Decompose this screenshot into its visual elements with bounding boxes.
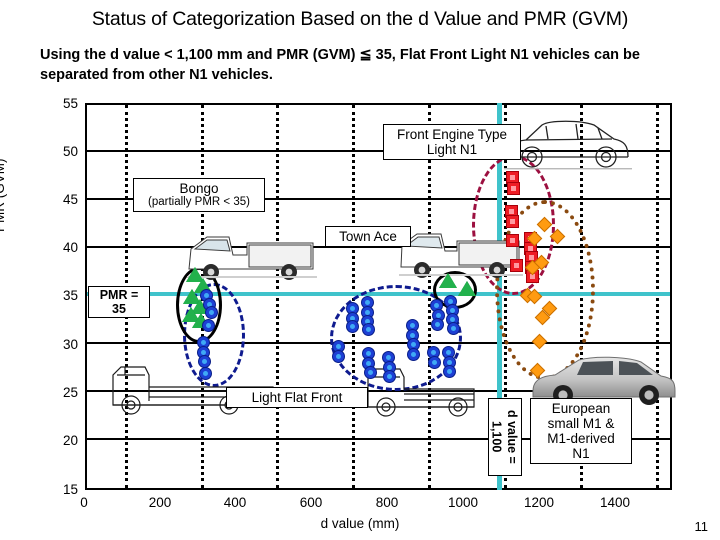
subtitle-text: Using the d value < 1,100 mm and PMR (GV…: [40, 47, 640, 83]
y-tick-50: 50: [62, 144, 78, 159]
y-axis-label: PMR (GVM): [0, 158, 7, 233]
town-ace-callout[interactable]: Town Ace: [325, 226, 411, 248]
data-point-blue-circle: [346, 320, 359, 333]
pmr-35-callout[interactable]: PMR = 35: [88, 286, 150, 318]
page-title: Status of Categorization Based on the d …: [91, 8, 629, 30]
bongo-label: Bongo: [179, 181, 219, 196]
pmr-35-label: PMR = 35: [99, 288, 139, 316]
european-line1: European: [551, 401, 611, 416]
data-point-blue-circle: [205, 306, 218, 319]
y-tick-30: 30: [62, 337, 78, 352]
data-point-green-triangle: [458, 281, 476, 296]
data-point-blue-circle: [364, 366, 377, 379]
european-small-callout[interactable]: European small M1 & M1-derived N1: [530, 398, 632, 465]
data-point-red-square: [506, 234, 519, 247]
data-point-red-square: [506, 215, 519, 228]
light-flat-front-callout[interactable]: Light Flat Front: [226, 387, 368, 409]
data-point-red-square: [507, 182, 520, 195]
x-tick-1000: 1000: [447, 495, 479, 510]
data-point-blue-circle: [362, 323, 375, 336]
x-tick-0: 0: [80, 495, 88, 510]
flat-front-truck-drawing-right: [362, 361, 482, 428]
data-point-blue-circle: [443, 365, 456, 378]
d-value-callout[interactable]: d value = 1,100: [488, 398, 522, 476]
gridline-v-500: [276, 105, 279, 488]
data-point-blue-circle: [407, 348, 420, 361]
y-tick-55: 55: [62, 96, 78, 111]
data-point-blue-circle: [202, 319, 215, 332]
gridline-v-1500: [656, 105, 659, 488]
data-point-blue-circle: [447, 322, 460, 335]
front-engine-type-callout[interactable]: Front Engine Type Light N1: [383, 124, 521, 161]
front-engine-line1: Front Engine Type: [396, 127, 508, 142]
x-axis-label: d value (mm): [320, 516, 400, 531]
european-line4: N1: [572, 446, 590, 462]
y-tick-45: 45: [62, 192, 78, 207]
x-tick-200: 200: [148, 495, 172, 510]
data-point-blue-circle: [199, 367, 212, 380]
y-tick-25: 25: [62, 385, 78, 400]
bongo-sub-label: (partially PMR < 35): [148, 196, 250, 209]
data-point-green-triangle: [439, 273, 457, 288]
x-tick-600: 600: [299, 495, 323, 510]
town-ace-label: Town Ace: [339, 229, 397, 244]
front-engine-line2: Light N1: [426, 142, 478, 158]
data-point-blue-circle: [431, 318, 444, 331]
light-flat-front-label: Light Flat Front: [251, 390, 343, 405]
y-tick-20: 20: [62, 433, 78, 448]
x-tick-800: 800: [375, 495, 399, 510]
data-point-red-square: [510, 259, 523, 272]
x-tick-1200: 1200: [523, 495, 555, 510]
x-tick-1400: 1400: [599, 495, 631, 510]
european-line3: M1-derived: [547, 431, 615, 447]
data-point-blue-circle: [383, 370, 396, 383]
d-value-line2: 1,100: [489, 421, 504, 453]
d-value-line1: d value =: [505, 410, 519, 464]
data-point-blue-circle: [332, 350, 345, 363]
european-line2: small M1 &: [547, 416, 615, 432]
y-tick-35: 35: [62, 288, 78, 303]
bongo-callout[interactable]: Bongo (partially PMR < 35): [133, 178, 265, 212]
slide-root: Status of Categorization Based on the d …: [0, 0, 720, 540]
data-point-blue-circle: [428, 356, 441, 369]
x-tick-400: 400: [223, 495, 247, 510]
y-tick-40: 40: [62, 240, 78, 255]
small-hatchback-line-drawing: [502, 113, 634, 180]
page-number: 11: [694, 519, 709, 534]
